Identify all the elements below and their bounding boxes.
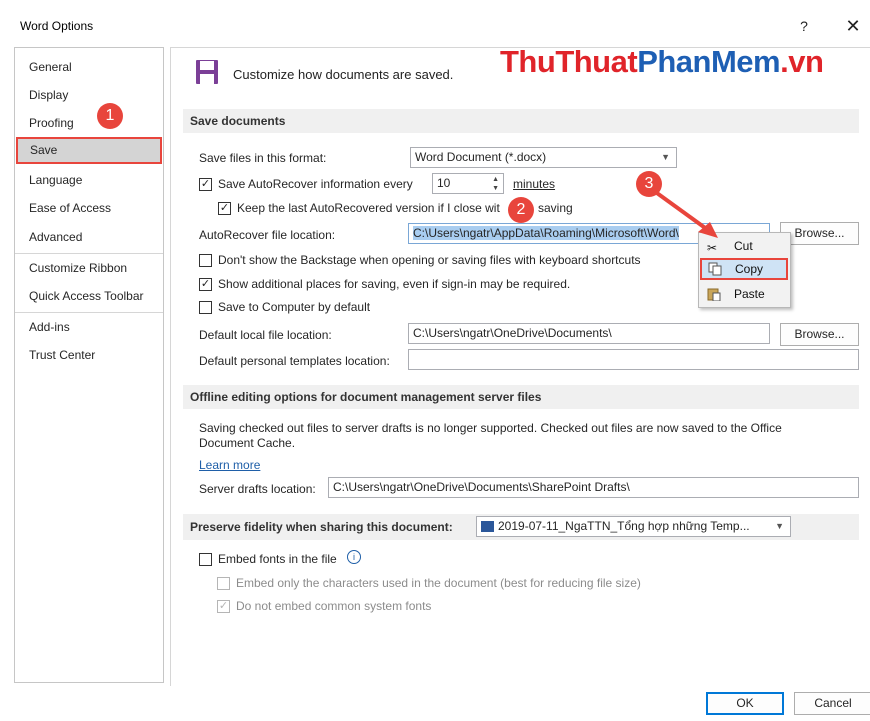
options-sidebar: General Display Proofing Save Language E… [14,47,164,683]
embed-only-characters-checkbox[interactable] [217,577,230,590]
close-button[interactable]: ✕ [840,13,866,39]
keep-last-version-label: Keep the last AutoRecovered version if I… [237,201,500,215]
server-drafts-location-value: C:\Users\ngatr\OneDrive\Documents\ShareP… [333,480,630,494]
embed-only-characters-label: Embed only the characters used in the do… [236,576,641,590]
autorecover-location-label: AutoRecover file location: [199,228,336,242]
save-documents-heading: Save documents [183,109,859,133]
show-additional-places-label: Show additional places for saving, even … [218,277,571,291]
autorecover-minutes-value: 10 [437,176,451,190]
embed-fonts-checkbox[interactable] [199,553,212,566]
clipboard-icon [707,288,721,301]
do-not-embed-system-fonts-label: Do not embed common system fonts [236,599,432,613]
cut-label: Cut [734,239,753,253]
default-local-location-value: C:\Users\ngatr\OneDrive\Documents\ [413,326,612,340]
browse-default-local-button[interactable]: Browse... [780,323,859,346]
default-templates-location-field[interactable] [408,349,859,370]
save-format-label: Save files in this format: [199,151,327,165]
fidelity-document-select[interactable]: 2019-07-11_NgaTTN_Tổng hợp những Temp...… [476,516,791,537]
keep-last-version-checkbox[interactable]: ✓ [218,202,231,215]
default-local-location-label: Default local file location: [199,328,332,342]
sidebar-item-quick-access-toolbar[interactable]: Quick Access Toolbar [15,283,163,309]
word-document-icon [481,521,494,533]
sidebar-item-general[interactable]: General [15,54,163,80]
sidebar-separator [15,253,163,254]
dont-show-backstage-label: Don't show the Backstage when opening or… [218,253,641,267]
sidebar-item-trust-center[interactable]: Trust Center [15,342,163,368]
sidebar-item-advanced[interactable]: Advanced [15,224,163,250]
info-icon[interactable]: i [347,550,361,564]
context-menu-copy[interactable]: Copy [700,258,788,280]
autorecover-label: Save AutoRecover information every [218,177,413,191]
sidebar-item-display[interactable]: Display [15,82,163,108]
step-badge-3: 3 [636,171,662,197]
ok-button[interactable]: OK [706,692,784,715]
learn-more-link[interactable]: Learn more [199,458,260,472]
help-button[interactable]: ? [793,15,815,37]
default-local-location-field[interactable]: C:\Users\ngatr\OneDrive\Documents\ [408,323,770,344]
copy-label: Copy [735,262,764,276]
server-drafts-location-label: Server drafts location: [199,482,316,496]
autorecover-checkbox[interactable]: ✓ [199,178,212,191]
keep-last-version-label-end: saving [538,201,573,215]
save-format-select[interactable]: Word Document (*.docx) ▼ [410,147,677,168]
paste-label: Paste [734,287,765,301]
embed-fonts-label: Embed fonts in the file [218,552,337,566]
spinner-arrows-icon[interactable]: ▲ ▼ [492,175,499,193]
offline-editing-heading: Offline editing options for document man… [183,385,859,409]
save-to-computer-label: Save to Computer by default [218,300,371,314]
watermark-logo: ThuThuatPhanMem.vn [500,44,824,79]
step-badge-1: 1 [97,103,123,129]
window-title: Word Options [20,19,94,33]
sidebar-item-customize-ribbon[interactable]: Customize Ribbon [15,255,163,281]
server-drafts-location-field[interactable]: C:\Users\ngatr\OneDrive\Documents\ShareP… [328,477,859,498]
autorecover-minutes-spinner[interactable]: 10 ▲ ▼ [432,173,504,194]
chevron-down-icon: ▼ [661,152,670,162]
sidebar-item-language[interactable]: Language [15,167,163,193]
preserve-fidelity-label: Preserve fidelity when sharing this docu… [190,520,453,534]
copy-icon [708,262,722,276]
context-menu-paste[interactable]: Paste [699,283,790,305]
default-templates-location-label: Default personal templates location: [199,354,390,368]
title-bar [0,0,870,44]
fidelity-document-value: 2019-07-11_NgaTTN_Tổng hợp những Temp... [498,519,750,533]
save-format-value: Word Document (*.docx) [415,150,547,164]
sidebar-item-save[interactable]: Save [16,137,162,164]
sidebar-item-proofing[interactable]: Proofing [15,110,163,136]
do-not-embed-system-fonts-checkbox[interactable]: ✓ [217,600,230,613]
offline-editing-description: Saving checked out files to server draft… [199,421,782,450]
save-floppy-icon [196,60,218,84]
autorecover-location-value: C:\Users\ngatr\AppData\Roaming\Microsoft… [413,226,679,240]
minutes-label: minutes [513,177,556,191]
save-to-computer-checkbox[interactable] [199,301,212,314]
sidebar-item-ease-of-access[interactable]: Ease of Access [15,195,163,221]
sidebar-separator [15,312,163,313]
browse-autorecover-button[interactable]: Browse... [780,222,859,245]
chevron-down-icon: ▼ [775,521,784,531]
cancel-button[interactable]: Cancel [794,692,870,715]
step-badge-2: 2 [508,197,534,223]
sidebar-item-add-ins[interactable]: Add-ins [15,314,163,340]
show-additional-places-checkbox[interactable]: ✓ [199,278,212,291]
header-description: Customize how documents are saved. [233,67,454,82]
dont-show-backstage-checkbox[interactable] [199,254,212,267]
